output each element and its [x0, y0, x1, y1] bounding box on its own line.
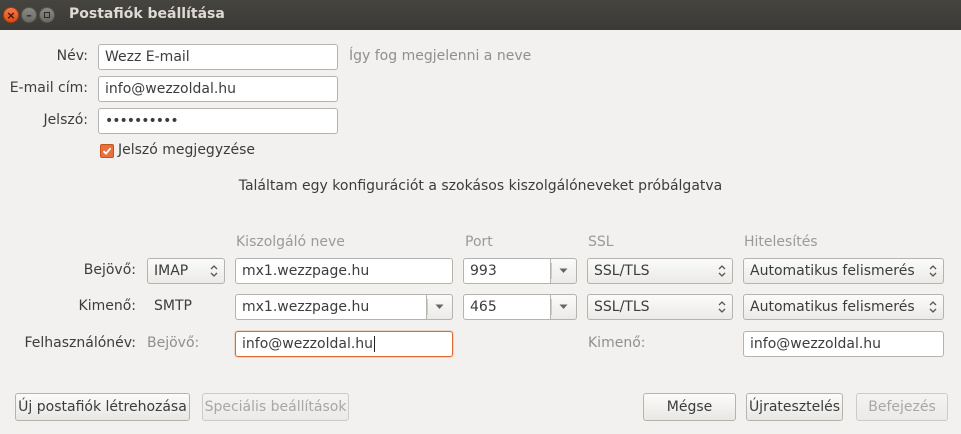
- incoming-port-dropdown-button[interactable]: [551, 258, 577, 284]
- maximize-window-button[interactable]: [39, 7, 55, 23]
- status-message: Találtam egy konfigurációt a szokásos ki…: [238, 178, 723, 194]
- retest-button[interactable]: Újratesztelés: [746, 393, 843, 421]
- name-label: Név:: [56, 48, 88, 64]
- incoming-auth-select[interactable]: Automatikus felismerés: [743, 258, 944, 284]
- new-account-button[interactable]: Új postafiók létrehozása: [15, 393, 190, 421]
- hostname-column-header: Kiszolgáló neve: [236, 234, 345, 250]
- incoming-ssl-value: SSL/TLS: [594, 263, 650, 279]
- outgoing-auth-select[interactable]: Automatikus felismerés: [743, 294, 944, 320]
- outgoing-ssl-select[interactable]: SSL/TLS: [587, 294, 733, 320]
- incoming-protocol-value: IMAP: [154, 263, 189, 279]
- minimize-window-button[interactable]: –: [21, 7, 37, 23]
- close-window-button[interactable]: ×: [3, 7, 19, 23]
- cancel-button[interactable]: Mégse: [643, 393, 736, 421]
- outgoing-hostname-dropdown-button[interactable]: [427, 294, 453, 320]
- updown-arrows-icon: [929, 263, 937, 279]
- outgoing-protocol: SMTP: [154, 298, 192, 314]
- remember-password-checkbox[interactable]: [100, 144, 114, 158]
- updown-arrows-icon: [718, 299, 726, 315]
- dropdown-arrow-icon: [435, 304, 444, 309]
- maximize-icon: [44, 12, 50, 18]
- dropdown-arrow-icon: [559, 268, 568, 273]
- minimize-icon: –: [26, 8, 32, 22]
- incoming-hostname-field[interactable]: mx1.wezzpage.hu: [235, 258, 453, 284]
- name-hint: Így fog megjelenni a neve: [349, 48, 532, 64]
- outgoing-hostname-field[interactable]: mx1.wezzpage.hu: [235, 294, 427, 320]
- incoming-protocol-select[interactable]: IMAP: [147, 258, 225, 284]
- title-bar: × – Postafiók beállítása: [0, 0, 961, 30]
- username-incoming-value: info@wezzoldal.hu: [242, 336, 374, 352]
- outgoing-label: Kimenő:: [78, 298, 136, 314]
- outgoing-port-dropdown-button[interactable]: [551, 294, 577, 320]
- password-label: Jelszó:: [43, 112, 88, 128]
- close-icon: ×: [6, 8, 16, 22]
- incoming-port-field[interactable]: 993: [463, 258, 551, 284]
- outgoing-hostname-combo[interactable]: mx1.wezzpage.hu: [235, 294, 453, 320]
- remember-password-label[interactable]: Jelszó megjegyzése: [118, 142, 255, 158]
- username-incoming-field[interactable]: info@wezzoldal.hu: [235, 331, 453, 357]
- ssl-column-header: SSL: [588, 234, 614, 250]
- port-column-header: Port: [465, 234, 493, 250]
- text-cursor: [374, 336, 376, 352]
- name-field[interactable]: Wezz E-mail: [98, 44, 338, 70]
- incoming-auth-value: Automatikus felismerés: [750, 263, 915, 279]
- incoming-ssl-select[interactable]: SSL/TLS: [587, 258, 733, 284]
- outgoing-ssl-value: SSL/TLS: [594, 299, 650, 315]
- incoming-port-combo[interactable]: 993: [463, 258, 577, 284]
- password-field[interactable]: ••••••••••: [98, 108, 338, 134]
- checkmark-icon: [102, 147, 112, 155]
- username-outgoing-field[interactable]: info@wezzoldal.hu: [743, 331, 944, 357]
- username-outgoing-label: Kimenő:: [588, 335, 646, 351]
- dropdown-arrow-icon: [559, 304, 568, 309]
- updown-arrows-icon: [210, 263, 218, 279]
- username-incoming-label: Bejövő:: [147, 335, 200, 351]
- updown-arrows-icon: [718, 263, 726, 279]
- username-label: Felhasználónév:: [24, 335, 136, 351]
- email-label: E-mail cím:: [9, 80, 88, 96]
- incoming-label: Bejövő:: [83, 262, 136, 278]
- updown-arrows-icon: [929, 299, 937, 315]
- outgoing-port-field[interactable]: 465: [463, 294, 551, 320]
- email-field[interactable]: info@wezzoldal.hu: [98, 76, 338, 102]
- outgoing-port-combo[interactable]: 465: [463, 294, 577, 320]
- done-button[interactable]: Befejezés: [856, 393, 948, 421]
- window-title: Postafiók beállítása: [69, 6, 225, 22]
- advanced-settings-button[interactable]: Speciális beállítások: [202, 393, 349, 421]
- outgoing-auth-value: Automatikus felismerés: [750, 299, 915, 315]
- auth-column-header: Hitelesítés: [744, 234, 818, 250]
